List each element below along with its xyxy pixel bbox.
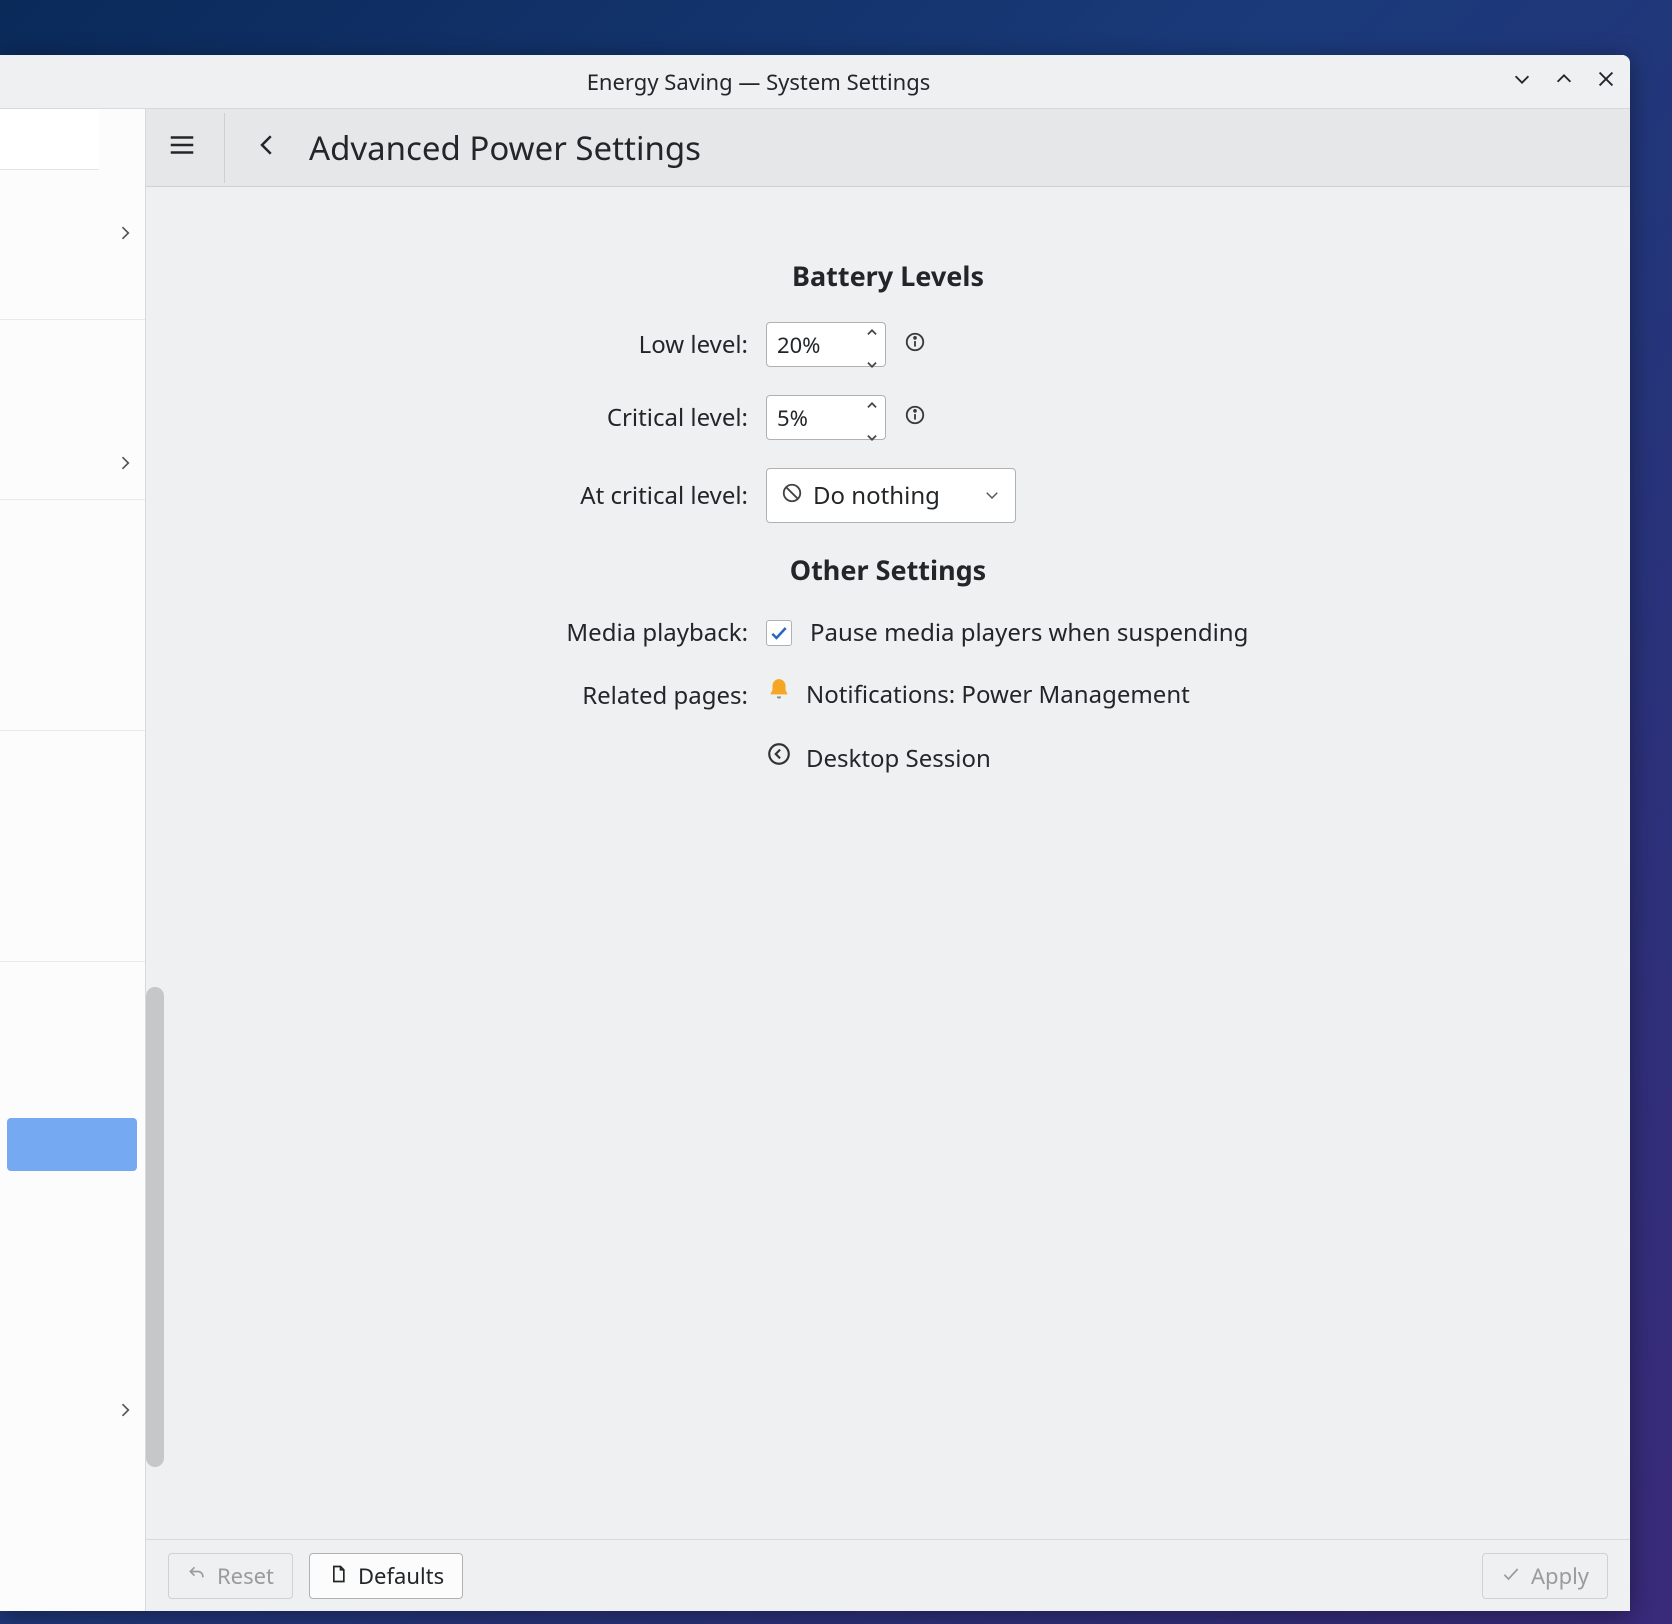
spin-up-icon[interactable] <box>865 385 879 418</box>
window-minimize-button[interactable] <box>1508 68 1536 96</box>
at-critical-label: At critical level: <box>408 479 748 512</box>
hamburger-icon <box>167 130 197 165</box>
page-title: Advanced Power Settings <box>309 125 701 170</box>
spin-down-icon[interactable] <box>865 418 879 451</box>
pause-media-checkbox[interactable] <box>766 620 792 646</box>
low-level-value: 20% <box>777 330 857 360</box>
low-level-label: Low level: <box>408 328 748 361</box>
document-icon <box>328 1561 348 1591</box>
back-button[interactable] <box>245 126 289 170</box>
chevron-right-icon <box>115 223 135 248</box>
window-title: Energy Saving — System Settings <box>9 67 1508 97</box>
info-icon[interactable] <box>904 401 926 434</box>
check-icon <box>1501 1561 1521 1591</box>
window-controls <box>1508 68 1620 96</box>
sidebar-category-row[interactable] <box>0 440 145 490</box>
media-playback-label: Media playback: <box>408 616 748 649</box>
media-playback-row: Media playback: Pause media players when… <box>408 616 1368 649</box>
related-link-desktop-text: Desktop Session <box>806 742 991 775</box>
low-level-row: Low level: 20% <box>408 322 1368 367</box>
low-level-spinbox[interactable]: 20% <box>766 322 886 367</box>
related-link-desktop-session[interactable]: Desktop Session <box>766 741 991 775</box>
defaults-label: Defaults <box>358 1561 444 1591</box>
main-area: Advanced Power Settings Battery Levels L… <box>0 109 1630 1611</box>
defaults-button[interactable]: Defaults <box>309 1553 463 1599</box>
apply-button: Apply <box>1482 1553 1608 1599</box>
spin-down-icon[interactable] <box>865 345 879 378</box>
at-critical-combobox[interactable]: Do nothing <box>766 468 1016 523</box>
window-close-button[interactable] <box>1592 68 1620 96</box>
page-toolbar: Advanced Power Settings <box>146 109 1630 187</box>
footer: Reset Defaults Apply <box>146 1539 1630 1611</box>
sidebar <box>0 109 146 1611</box>
sidebar-category-row[interactable] <box>0 1387 145 1437</box>
titlebar: Energy Saving — System Settings <box>0 55 1630 109</box>
reset-button: Reset <box>168 1553 293 1599</box>
related-pages-row: Related pages: Notifications: Power Mana… <box>408 677 1368 789</box>
chevron-up-icon <box>1553 68 1575 95</box>
reset-label: Reset <box>217 1561 274 1591</box>
close-icon <box>1595 68 1617 95</box>
window-maximize-button[interactable] <box>1550 68 1578 96</box>
at-critical-value: Do nothing <box>813 479 940 512</box>
critical-level-row: Critical level: 5% <box>408 395 1368 440</box>
info-icon[interactable] <box>904 328 926 361</box>
other-settings-heading: Other Settings <box>408 551 1368 588</box>
bell-icon <box>766 677 792 711</box>
spin-up-icon[interactable] <box>865 312 879 345</box>
related-link-notifications[interactable]: Notifications: Power Management <box>766 677 1190 711</box>
critical-level-value: 5% <box>777 403 857 433</box>
pause-media-label: Pause media players when suspending <box>810 616 1248 649</box>
toolbar-divider <box>224 113 225 183</box>
content-pane: Advanced Power Settings Battery Levels L… <box>146 109 1630 1611</box>
ban-icon <box>781 479 803 512</box>
battery-levels-heading: Battery Levels <box>408 257 1368 294</box>
related-link-notifications-text: Notifications: Power Management <box>806 678 1190 711</box>
scrollbar-thumb[interactable] <box>146 987 164 1467</box>
logout-icon <box>766 741 792 775</box>
chevron-down-icon <box>1511 68 1533 95</box>
chevron-right-icon <box>115 1400 135 1425</box>
form: Battery Levels Low level: 20% <box>408 257 1368 789</box>
at-critical-row: At critical level: Do nothing <box>408 468 1368 523</box>
chevron-left-icon <box>252 130 282 165</box>
hamburger-button[interactable] <box>160 126 204 170</box>
chevron-down-icon <box>983 479 1001 512</box>
apply-label: Apply <box>1531 1561 1589 1591</box>
settings-window: Energy Saving — System Settings <box>0 55 1630 1611</box>
critical-level-label: Critical level: <box>408 401 748 434</box>
chevron-right-icon <box>115 453 135 478</box>
critical-level-spinbox[interactable]: 5% <box>766 395 886 440</box>
sidebar-search-fragment[interactable] <box>0 109 99 170</box>
undo-icon <box>187 1561 207 1591</box>
sidebar-category-row[interactable] <box>0 210 145 260</box>
sidebar-item-selected[interactable] <box>7 1118 137 1171</box>
related-pages-label: Related pages: <box>408 677 748 712</box>
settings-scroll[interactable]: Battery Levels Low level: 20% <box>146 187 1630 1539</box>
